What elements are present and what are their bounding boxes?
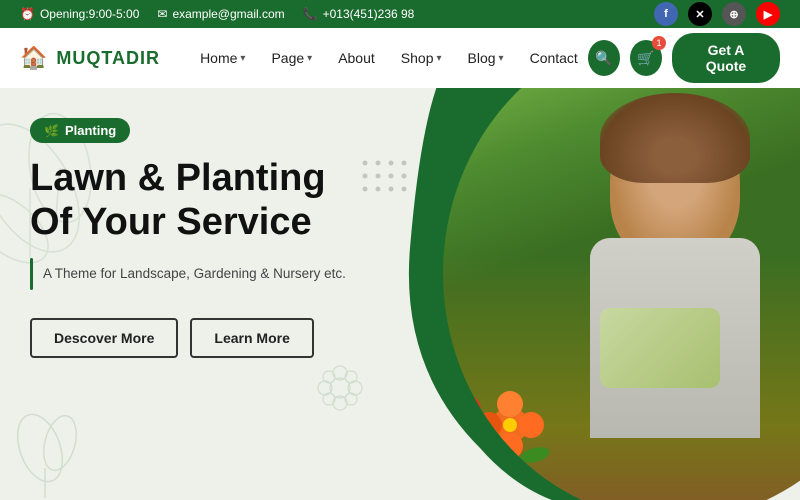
x-twitter-icon[interactable]: ✕	[688, 2, 712, 26]
top-bar: ⏰ Opening:9:00-5:00 ✉ example@gmail.com …	[0, 0, 800, 28]
person-hair	[600, 93, 750, 183]
globe-icon[interactable]: ⊕	[722, 2, 746, 26]
logo[interactable]: 🏠 MUQTADIR	[20, 45, 160, 71]
nav-contact[interactable]: Contact	[520, 42, 588, 74]
subtitle-line-decoration	[30, 258, 33, 290]
tag-text: Planting	[65, 123, 116, 138]
clock-icon: ⏰	[20, 7, 35, 21]
email-info: ✉ example@gmail.com	[157, 7, 284, 21]
email-text: example@gmail.com	[172, 7, 284, 21]
nav-links: Home ▾ Page ▾ About Shop ▾ Blog ▾ Contac…	[190, 42, 588, 74]
navbar: 🏠 MUQTADIR Home ▾ Page ▾ About Shop ▾ Bl…	[0, 28, 800, 88]
hero-content: 🌿 Planting Lawn & Planting Of Your Servi…	[30, 118, 346, 358]
phone-info: 📞 +013(451)236 98	[303, 7, 415, 21]
nav-blog[interactable]: Blog ▾	[458, 42, 514, 74]
chevron-down-icon: ▾	[436, 53, 441, 64]
social-links: f ✕ ⊕ ▶	[654, 2, 780, 26]
nav-home[interactable]: Home ▾	[190, 42, 255, 74]
hero-buttons: Descover More Learn More	[30, 318, 346, 358]
person-hands	[600, 308, 720, 388]
youtube-icon[interactable]: ▶	[756, 2, 780, 26]
hero-image	[380, 88, 800, 500]
hero-subtitle-bar: A Theme for Landscape, Gardening & Nurse…	[30, 258, 346, 290]
search-icon: 🔍	[595, 50, 612, 67]
hero-subtitle: A Theme for Landscape, Gardening & Nurse…	[43, 265, 346, 284]
cart-icon: 🛒	[637, 50, 654, 67]
logo-icon: 🏠	[20, 45, 48, 71]
hero-title: Lawn & Planting Of Your Service	[30, 157, 346, 244]
cart-button[interactable]: 🛒 1	[630, 40, 662, 76]
leaf-icon: 🌿	[44, 124, 59, 138]
flowers-foreground	[380, 330, 580, 480]
chevron-down-icon: ▾	[499, 53, 504, 64]
nav-right: 🔍 🛒 1 Get A Quote	[588, 33, 780, 83]
quote-button[interactable]: Get A Quote	[672, 33, 780, 83]
chevron-down-icon: ▾	[240, 53, 245, 64]
cart-badge: 1	[652, 36, 666, 50]
hero-title-line1: Lawn & Planting	[30, 157, 326, 199]
email-icon: ✉	[157, 7, 167, 21]
nav-page[interactable]: Page ▾	[261, 42, 322, 74]
search-button[interactable]: 🔍	[588, 40, 620, 76]
opening-text: Opening:9:00-5:00	[40, 7, 139, 21]
nav-shop[interactable]: Shop ▾	[391, 42, 452, 74]
tag-badge: 🌿 Planting	[30, 118, 130, 143]
logo-text: MUQTADIR	[56, 48, 160, 69]
nav-about[interactable]: About	[328, 42, 385, 74]
chevron-down-icon: ▾	[307, 53, 312, 64]
svg-text:✳: ✳	[421, 183, 439, 208]
discover-more-button[interactable]: Descover More	[30, 318, 178, 358]
learn-more-button[interactable]: Learn More	[190, 318, 313, 358]
facebook-icon[interactable]: f	[654, 2, 678, 26]
hero-title-line2: Of Your Service	[30, 201, 312, 243]
opening-hours: ⏰ Opening:9:00-5:00	[20, 7, 139, 21]
phone-text: +013(451)236 98	[323, 7, 415, 21]
top-bar-left: ⏰ Opening:9:00-5:00 ✉ example@gmail.com …	[20, 7, 414, 21]
hero-section: ✳	[0, 88, 800, 500]
phone-icon: 📞	[303, 7, 318, 21]
